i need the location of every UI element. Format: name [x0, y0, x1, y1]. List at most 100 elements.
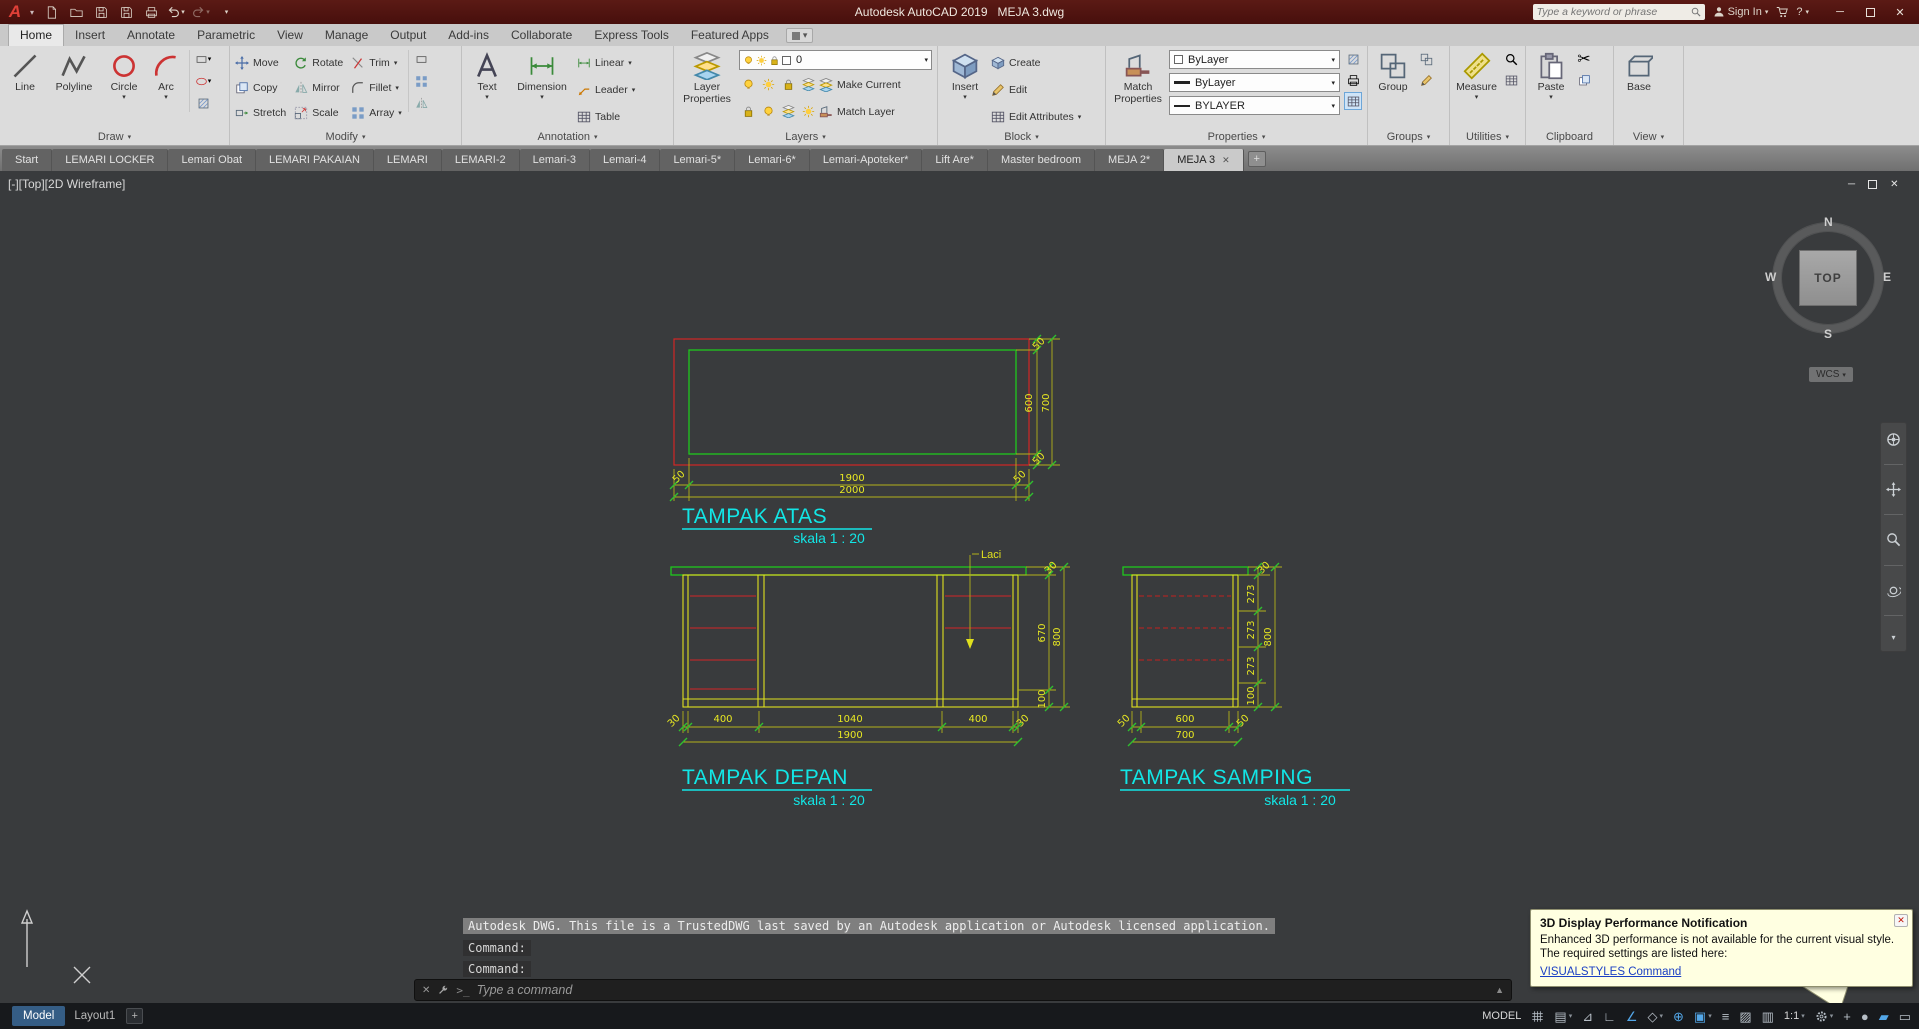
- layers-panel-label[interactable]: Layers ▾: [674, 128, 937, 145]
- ungroup-icon[interactable]: [1417, 50, 1435, 68]
- explode-tool-icon[interactable]: [413, 72, 431, 90]
- array-button[interactable]: Array ▾: [351, 100, 402, 125]
- annotation-panel-label[interactable]: Annotation ▾: [462, 129, 673, 145]
- svg-text:273[interactable]: 273: [1246, 656, 1257, 675]
- ribbon-display-toggle[interactable]: ▾: [785, 28, 814, 43]
- table-button[interactable]: Table: [577, 104, 668, 129]
- ribbon-tab-output[interactable]: Output: [379, 25, 437, 46]
- ribbon-tab-featured-apps[interactable]: Featured Apps: [680, 25, 780, 46]
- layer-lock-tool-icon[interactable]: [739, 103, 757, 121]
- search-input[interactable]: [1536, 6, 1691, 18]
- svg-text:100[interactable]: 100: [1246, 686, 1257, 705]
- zoom-icon[interactable]: [1886, 532, 1901, 547]
- svg-text:700[interactable]: 700: [1175, 730, 1194, 741]
- arc-button[interactable]: Arc ▾: [149, 50, 183, 101]
- fillet-button[interactable]: Fillet ▾: [351, 75, 402, 100]
- svg-text:50[interactable]: 50: [671, 469, 688, 486]
- wcs-menu[interactable]: WCS ▾: [1809, 367, 1853, 382]
- quick-calc-icon[interactable]: [1502, 71, 1520, 89]
- file-tab-lemari-4[interactable]: Lemari-4: [590, 149, 661, 171]
- svg-text:100[interactable]: 100: [1037, 689, 1048, 708]
- layer-isolate-icon[interactable]: [739, 76, 757, 94]
- ribbon-tab-addins[interactable]: Add-ins: [437, 25, 500, 46]
- command-close-icon[interactable]: ✕: [422, 985, 430, 996]
- viewcube-top-face[interactable]: TOP: [1799, 250, 1857, 306]
- infer-constraints-icon[interactable]: ⊿: [1582, 1010, 1593, 1023]
- view-title-depan[interactable]: TAMPAK DEPAN: [682, 766, 848, 789]
- svg-text:400[interactable]: 400: [713, 714, 732, 725]
- create-block-button[interactable]: Create: [991, 50, 1100, 75]
- line-button[interactable]: Line: [5, 50, 45, 94]
- tab-close-icon[interactable]: ✕: [1222, 155, 1230, 166]
- layer-select-chevron-icon[interactable]: ▾: [924, 56, 928, 64]
- compass-north-label[interactable]: N: [1824, 215, 1833, 229]
- command-input[interactable]: [476, 983, 1489, 997]
- ortho-mode-icon[interactable]: ∟: [1603, 1010, 1616, 1023]
- file-tab-lemari-5[interactable]: Lemari-5*: [660, 149, 736, 171]
- make-current-button[interactable]: Make Current: [819, 72, 901, 97]
- file-tab-meja-3[interactable]: MEJA 3 ✕: [1164, 149, 1244, 171]
- svg-text:1040[interactable]: 1040: [837, 714, 862, 725]
- model-space-toggle[interactable]: MODEL: [1482, 1010, 1521, 1022]
- svg-text:30[interactable]: 30: [666, 713, 683, 730]
- ellipse-tool-icon[interactable]: ▾: [194, 72, 212, 90]
- trim-button[interactable]: Trim ▾: [351, 50, 402, 75]
- layer-walk-icon[interactable]: [779, 103, 797, 121]
- modify-panel-label[interactable]: Modify ▾: [230, 128, 461, 145]
- help-button[interactable]: ? ▾: [1796, 6, 1809, 18]
- layer-freeze-icon[interactable]: [756, 55, 767, 66]
- view-tampak-atas[interactable]: 50 1900 50 2000 50 600 50 700 TAMPAK ATA…: [669, 334, 1060, 546]
- groups-panel-label[interactable]: Groups ▾: [1368, 128, 1449, 145]
- group-edit-icon[interactable]: [1417, 71, 1435, 89]
- ribbon-tab-insert[interactable]: Insert: [64, 25, 116, 46]
- compass-west-label[interactable]: W: [1765, 270, 1776, 284]
- svg-text:skala 1 : 20[interactable]: skala 1 : 20: [1264, 792, 1336, 808]
- file-tab-lemari[interactable]: LEMARI: [373, 149, 442, 171]
- layer-off-icon[interactable]: [799, 76, 817, 94]
- viewport-close-icon[interactable]: ✕: [1890, 179, 1898, 190]
- rectangle-tool-icon[interactable]: ▾: [194, 50, 212, 68]
- qat-customize-button[interactable]: ▾: [215, 2, 237, 22]
- transparency-icon[interactable]: ▨: [1739, 1010, 1751, 1023]
- view-tampak-samping[interactable]: 50 600 50 700 30 273 273 273 100 800 TAM…: [1116, 560, 1350, 808]
- plot-button[interactable]: [140, 2, 162, 22]
- plot-style-tool-icon[interactable]: [1344, 71, 1362, 89]
- text-button[interactable]: Text ▾: [467, 50, 507, 101]
- utilities-panel-label[interactable]: Utilities ▾: [1450, 128, 1525, 145]
- grid-display-icon[interactable]: [1531, 1010, 1544, 1023]
- layout1-tab[interactable]: Layout1: [65, 1006, 124, 1026]
- save-button[interactable]: [90, 2, 112, 22]
- command-customize-wrench-icon[interactable]: [437, 984, 449, 996]
- svg-text:600[interactable]: 600: [1024, 393, 1035, 412]
- svg-text:400[interactable]: 400: [968, 714, 987, 725]
- file-tab-meja-2[interactable]: MEJA 2*: [1095, 149, 1165, 171]
- match-layer-button[interactable]: Match Layer: [819, 99, 895, 124]
- view-tampak-depan[interactable]: Laci 30 400 1040 400 30 1900 30 670 100 …: [666, 549, 1070, 808]
- drawing-canvas[interactable]: [-][Top][2D Wireframe] ─ ✕ 50 1900 50 20…: [0, 171, 1919, 1003]
- annotation-scale-select[interactable]: 1:1 ▾: [1784, 1010, 1805, 1022]
- visualstyles-command-link[interactable]: VISUALSTYLES Command: [1540, 966, 1681, 978]
- move-button[interactable]: Move: [235, 50, 286, 75]
- svg-text:600[interactable]: 600: [1175, 714, 1194, 725]
- base-view-button[interactable]: Base: [1619, 50, 1659, 94]
- mirror-button[interactable]: Mirror: [294, 75, 343, 100]
- svg-text:skala 1 : 20[interactable]: skala 1 : 20: [793, 530, 865, 546]
- orbit-icon[interactable]: [1886, 583, 1901, 598]
- paste-button[interactable]: Paste ▾: [1531, 50, 1571, 101]
- hatch-tool-icon[interactable]: [194, 94, 212, 112]
- sign-in-button[interactable]: Sign In ▾: [1713, 6, 1768, 18]
- file-tab-lemari-2[interactable]: LEMARI-2: [441, 149, 520, 171]
- draw-panel-label[interactable]: Draw ▾: [0, 128, 229, 145]
- group-button[interactable]: Group: [1373, 50, 1413, 94]
- cut-icon[interactable]: ✂: [1575, 50, 1593, 68]
- object-snap-tracking-icon[interactable]: ⊕: [1673, 1010, 1684, 1023]
- file-tab-master-bedroom[interactable]: Master bedroom: [987, 149, 1096, 171]
- navbar-more-chevron-icon[interactable]: ▾: [1891, 633, 1895, 642]
- layer-properties-button[interactable]: Layer Properties: [679, 50, 735, 105]
- svg-text:800[interactable]: 800: [1263, 627, 1274, 646]
- clean-screen-icon[interactable]: ▭: [1899, 1010, 1911, 1023]
- redo-button[interactable]: ▾: [190, 2, 212, 22]
- edit-attributes-button[interactable]: Edit Attributes ▾: [991, 104, 1100, 129]
- layer-unisolate-icon[interactable]: [759, 76, 777, 94]
- file-tab-lemari-apoteker[interactable]: Lemari-Apoteker*: [809, 149, 923, 171]
